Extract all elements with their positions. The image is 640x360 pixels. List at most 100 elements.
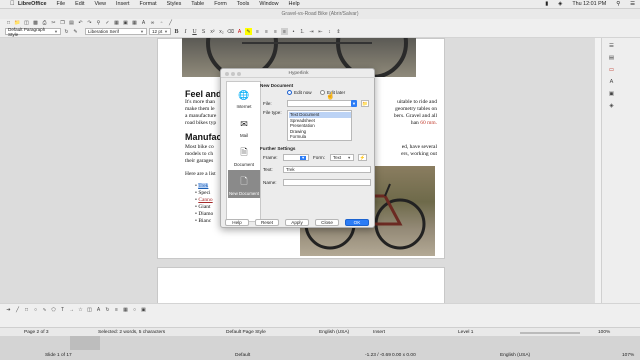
category-new-document[interactable]: 🗋 New Document xyxy=(228,170,260,198)
superscript-icon[interactable]: x² xyxy=(209,28,216,35)
italic-icon[interactable]: I xyxy=(182,28,189,35)
file-type-list[interactable]: Text Document Spreadsheet Presentation D… xyxy=(287,110,352,141)
menu-clock[interactable]: Thu 12:01 PM xyxy=(567,1,611,7)
close-button[interactable]: Close xyxy=(315,219,339,226)
polygon-tool-icon[interactable]: ⬠ xyxy=(50,306,57,313)
paragraph-spacing-icon[interactable]: ↕ xyxy=(326,28,333,35)
select-tool-icon[interactable]: ➔ xyxy=(5,306,12,313)
spotlight-icon[interactable]: ⚲ xyxy=(611,1,625,7)
curve-tool-icon[interactable]: ∿ xyxy=(41,306,48,313)
manufacturer-list[interactable]: • Trek • Speci • Canno • Giant • Diamo •… xyxy=(195,183,213,225)
paragraph-style-select[interactable]: Default Paragraph Style ▼ xyxy=(5,27,61,37)
align-center-icon[interactable]: ≡ xyxy=(263,28,270,35)
page-count[interactable]: Page 2 of 3 xyxy=(24,330,49,335)
document-page-2[interactable] xyxy=(157,267,445,307)
list-item[interactable]: • Speci xyxy=(195,190,213,197)
battery-icon[interactable]: ▮ xyxy=(540,1,553,7)
list-item[interactable]: • Bianc xyxy=(195,218,213,225)
file-type-item[interactable]: Formula xyxy=(289,134,351,140)
insert-mode[interactable]: Insert xyxy=(373,330,385,335)
menu-form[interactable]: Form xyxy=(209,1,232,7)
new-style-icon[interactable]: ✎ xyxy=(72,28,79,35)
measurement-link[interactable]: 60 mm. xyxy=(420,120,437,126)
zoom-level[interactable]: 100% xyxy=(598,330,610,335)
ellipse-tool-icon[interactable]: ○ xyxy=(32,306,39,313)
clear-format-icon[interactable]: ⌫ xyxy=(227,28,234,35)
language[interactable]: English (USA) xyxy=(319,330,349,335)
underline-icon[interactable]: U xyxy=(191,28,198,35)
properties-icon[interactable]: ▤ xyxy=(608,54,615,61)
file-dropdown-chevron-icon[interactable]: ▼ xyxy=(351,100,357,107)
indent-icon[interactable]: ⇥ xyxy=(308,28,315,35)
styles-icon[interactable]: A xyxy=(608,78,615,85)
rotate-icon[interactable]: ↻ xyxy=(104,306,111,313)
apple-icon[interactable]:  xyxy=(5,1,20,7)
navigator-icon[interactable]: ◈ xyxy=(608,102,615,109)
shadow-icon[interactable]: ▣ xyxy=(140,306,147,313)
heading-feel[interactable]: Feel and xyxy=(185,89,222,99)
category-mail[interactable]: ✉ Mail xyxy=(228,112,260,140)
menu-view[interactable]: View xyxy=(89,1,111,7)
points-icon[interactable]: ○ xyxy=(131,306,138,313)
font-color-icon[interactable]: A xyxy=(236,28,243,35)
font-size-select[interactable]: 12 pt ▼ xyxy=(149,28,171,35)
zoom-slider[interactable] xyxy=(520,332,580,334)
numbered-list-icon[interactable]: 1. xyxy=(299,28,306,35)
menu-file[interactable]: File xyxy=(51,1,70,7)
paragraph-1-left[interactable]: It's more than make them le a manufactur… xyxy=(185,99,216,127)
paragraph-1-right[interactable]: uitable to ride and geometry tables on b… xyxy=(377,99,437,127)
paragraph-2-right[interactable]: ed, have several ers, working out xyxy=(377,144,437,158)
font-name-select[interactable]: Liberation Serif ▼ xyxy=(85,28,147,35)
ok-button[interactable]: OK xyxy=(345,219,369,226)
list-item[interactable]: • Diamo xyxy=(195,211,213,218)
arrange-icon[interactable]: ▦ xyxy=(122,306,129,313)
heading-manufacturers[interactable]: Manufac xyxy=(185,132,222,142)
update-style-icon[interactable]: ↻ xyxy=(63,28,70,35)
edit-now-radio[interactable]: Edit now xyxy=(287,90,312,96)
list-item[interactable]: • Canno xyxy=(195,197,213,204)
gallery-icon[interactable]: ▣ xyxy=(608,90,615,97)
page-icon[interactable]: ▭ xyxy=(608,66,615,73)
category-document[interactable]: 🗎 Document xyxy=(228,141,260,169)
highlight-icon[interactable]: ✎ xyxy=(245,28,252,35)
frame-select[interactable]: ▼ xyxy=(283,154,309,161)
page-style[interactable]: Default Page Style xyxy=(226,330,266,335)
fontwork-icon[interactable]: A xyxy=(95,306,102,313)
align-left-icon[interactable]: ≡ xyxy=(254,28,261,35)
help-button[interactable]: Help xyxy=(225,219,249,226)
menu-tools[interactable]: Tools xyxy=(232,1,255,7)
control-center-icon[interactable]: ☰ xyxy=(625,1,640,7)
list-item[interactable]: • Giant xyxy=(195,204,213,211)
line-tool-icon[interactable]: ╱ xyxy=(14,306,21,313)
word-count[interactable]: Selected: 2 words, 5 characters xyxy=(98,330,165,335)
menu-insert[interactable]: Insert xyxy=(111,1,134,7)
events-button[interactable]: ⚡ xyxy=(358,154,367,161)
justify-icon[interactable]: ≡ xyxy=(281,28,288,35)
menu-table[interactable]: Table xyxy=(186,1,209,7)
name-field[interactable] xyxy=(283,179,371,186)
bold-icon[interactable]: B xyxy=(173,28,180,35)
minimize-window-icon[interactable] xyxy=(231,71,235,76)
text-tool-icon[interactable]: T xyxy=(59,306,66,313)
menu-help[interactable]: Help xyxy=(284,1,305,7)
rectangle-tool-icon[interactable]: □ xyxy=(23,306,30,313)
outdent-icon[interactable]: ⇤ xyxy=(317,28,324,35)
hamburger-menu-icon[interactable]: ☰ xyxy=(608,42,615,49)
select-path-button[interactable]: 📁 xyxy=(361,100,369,107)
subscript-icon[interactable]: x₂ xyxy=(218,28,225,35)
paragraph-2-left[interactable]: Most bike co models to ch their garages xyxy=(185,144,214,165)
callout-tool-icon[interactable]: ◫ xyxy=(86,306,93,313)
apply-button[interactable]: Apply xyxy=(285,219,309,226)
form-select[interactable]: Text ▼ xyxy=(330,154,354,161)
menu-styles[interactable]: Styles xyxy=(162,1,187,7)
menu-format[interactable]: Format xyxy=(135,1,162,7)
close-window-icon[interactable] xyxy=(225,71,229,76)
text-field[interactable]: Trek xyxy=(283,166,371,173)
category-internet[interactable]: 🌐 Internet xyxy=(228,83,260,111)
file-path-field[interactable] xyxy=(287,100,354,107)
reset-button[interactable]: Reset xyxy=(255,219,279,226)
list-intro[interactable]: Here are a list xyxy=(185,171,216,178)
strikethrough-icon[interactable]: S xyxy=(200,28,207,35)
wifi-icon[interactable]: ◈ xyxy=(553,1,567,7)
slide-thumbnail[interactable] xyxy=(70,336,100,350)
